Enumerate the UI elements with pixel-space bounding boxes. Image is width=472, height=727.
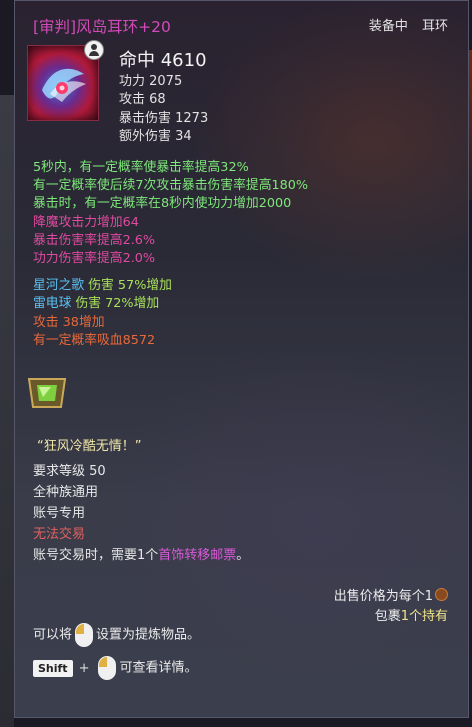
gem-socket-art	[27, 378, 67, 408]
equip-status: 装备中 耳环	[369, 15, 448, 34]
detail-hint: Shift + 可查看详情。	[33, 656, 198, 680]
sub-stats: 功力 2075 攻击 68 暴击伤害 1273 额外伤害 34	[119, 73, 208, 146]
bonus-effect-line: 有一定概率吸血8572	[33, 332, 156, 348]
plus-sign: +	[78, 660, 90, 676]
earring-icon[interactable]	[27, 40, 104, 121]
skill-name: 星河之歌	[33, 278, 85, 294]
transfer-stamp-link[interactable]: 首饰转移邮票	[158, 548, 236, 563]
main-stat: 命中 4610	[119, 50, 207, 71]
trade-note: 账号交易时，需要1个首饰转移邮票。	[33, 545, 249, 566]
sell-price: 出售价格为每个1	[334, 585, 448, 604]
skill-effect: 伤害 72%增加	[71, 296, 160, 312]
sub-stat: 攻击 68	[119, 92, 166, 108]
effect-line: 功力伤害率提高2.0%	[33, 251, 156, 267]
set-effect-line: 星河之歌 伤害 57%增加	[33, 277, 308, 295]
mouse-icon	[98, 656, 117, 680]
effects-list: 5秒内，有一定概率使暴击率提高32% 有一定概率使后续7次攻击暴击伤害率提高18…	[33, 159, 308, 350]
character-badge-icon	[84, 40, 104, 60]
skill-effect: 伤害 57%增加	[84, 278, 172, 294]
item-tooltip: [审判]风岛耳环+20 装备中 耳环 命中 4610 功力 2075 攻击 68…	[14, 0, 469, 718]
info-line: 全种族通用	[33, 485, 99, 500]
gem-socket-icon[interactable]	[25, 373, 69, 413]
bag-prefix: 包裹	[374, 609, 401, 624]
mouse-icon	[75, 623, 94, 647]
item-info: 要求等级 50 全种族通用 账号专用 无法交易 账号交易时，需要1个首饰转移邮票…	[33, 461, 249, 566]
refine-suffix: 设置为提炼物品。	[96, 627, 201, 643]
no-trade-label: 无法交易	[33, 527, 86, 542]
equipped-label: 装备中	[368, 19, 408, 34]
slot-label: 耳环	[421, 19, 448, 34]
sub-stat: 额外伤害 34	[119, 128, 192, 144]
left-edge-panel	[0, 95, 14, 727]
effect-line: 降魔攻击力增加64	[33, 214, 139, 230]
item-title: [审判]风岛耳环+20	[33, 18, 171, 36]
sub-stat: 功力 2075	[119, 74, 183, 89]
bag-count: 包裹1个持有	[375, 605, 448, 624]
bag-count-value: 1个持有	[400, 609, 448, 624]
trade-note-prefix: 账号交易时，需要1个	[33, 548, 159, 563]
coin-icon	[435, 588, 448, 601]
info-line: 账号专用	[33, 506, 86, 521]
sell-price-text: 出售价格为每个1	[333, 589, 433, 604]
skill-name: 雷电球	[33, 296, 72, 312]
refine-hint: 可以将 设置为提炼物品。	[33, 623, 200, 647]
effect-line: 暴击伤害率提高2.6%	[33, 232, 156, 248]
bonus-effect-line: 攻击 38增加	[33, 314, 105, 330]
refine-prefix: 可以将	[33, 627, 73, 643]
shift-key: Shift	[33, 659, 73, 677]
info-line: 要求等级 50	[33, 464, 106, 479]
trade-note-suffix: 。	[236, 548, 250, 563]
effect-line: 有一定概率使后续7次攻击暴击伤害率提高180%	[33, 178, 309, 194]
sub-stat: 暴击伤害 1273	[119, 110, 209, 126]
detail-suffix: 可查看详情。	[119, 660, 198, 676]
effect-line: 暴击时，有一定概率在8秒内使功力增加2000	[33, 196, 292, 212]
set-effect-line: 雷电球 伤害 72%增加	[33, 295, 308, 313]
item-quote: “狂风冷酷无情！”	[37, 439, 142, 454]
effect-line: 5秒内，有一定概率使暴击率提高32%	[33, 160, 249, 175]
